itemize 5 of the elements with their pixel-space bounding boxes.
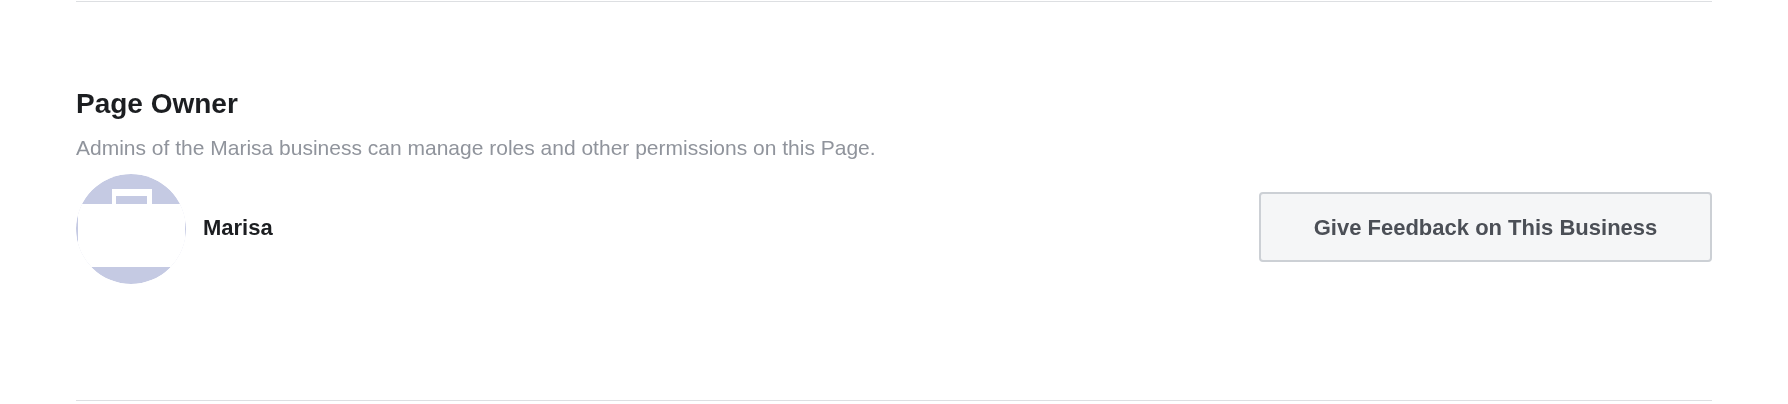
section-title: Page Owner [76,87,238,121]
feedback-button[interactable]: Give Feedback on This Business [1259,192,1712,262]
briefcase-avatar-icon [76,174,186,284]
owner-name: Marisa [203,213,273,242]
section-description: Admins of the Marisa business can manage roles and other permissions on this Page. [76,135,876,161]
